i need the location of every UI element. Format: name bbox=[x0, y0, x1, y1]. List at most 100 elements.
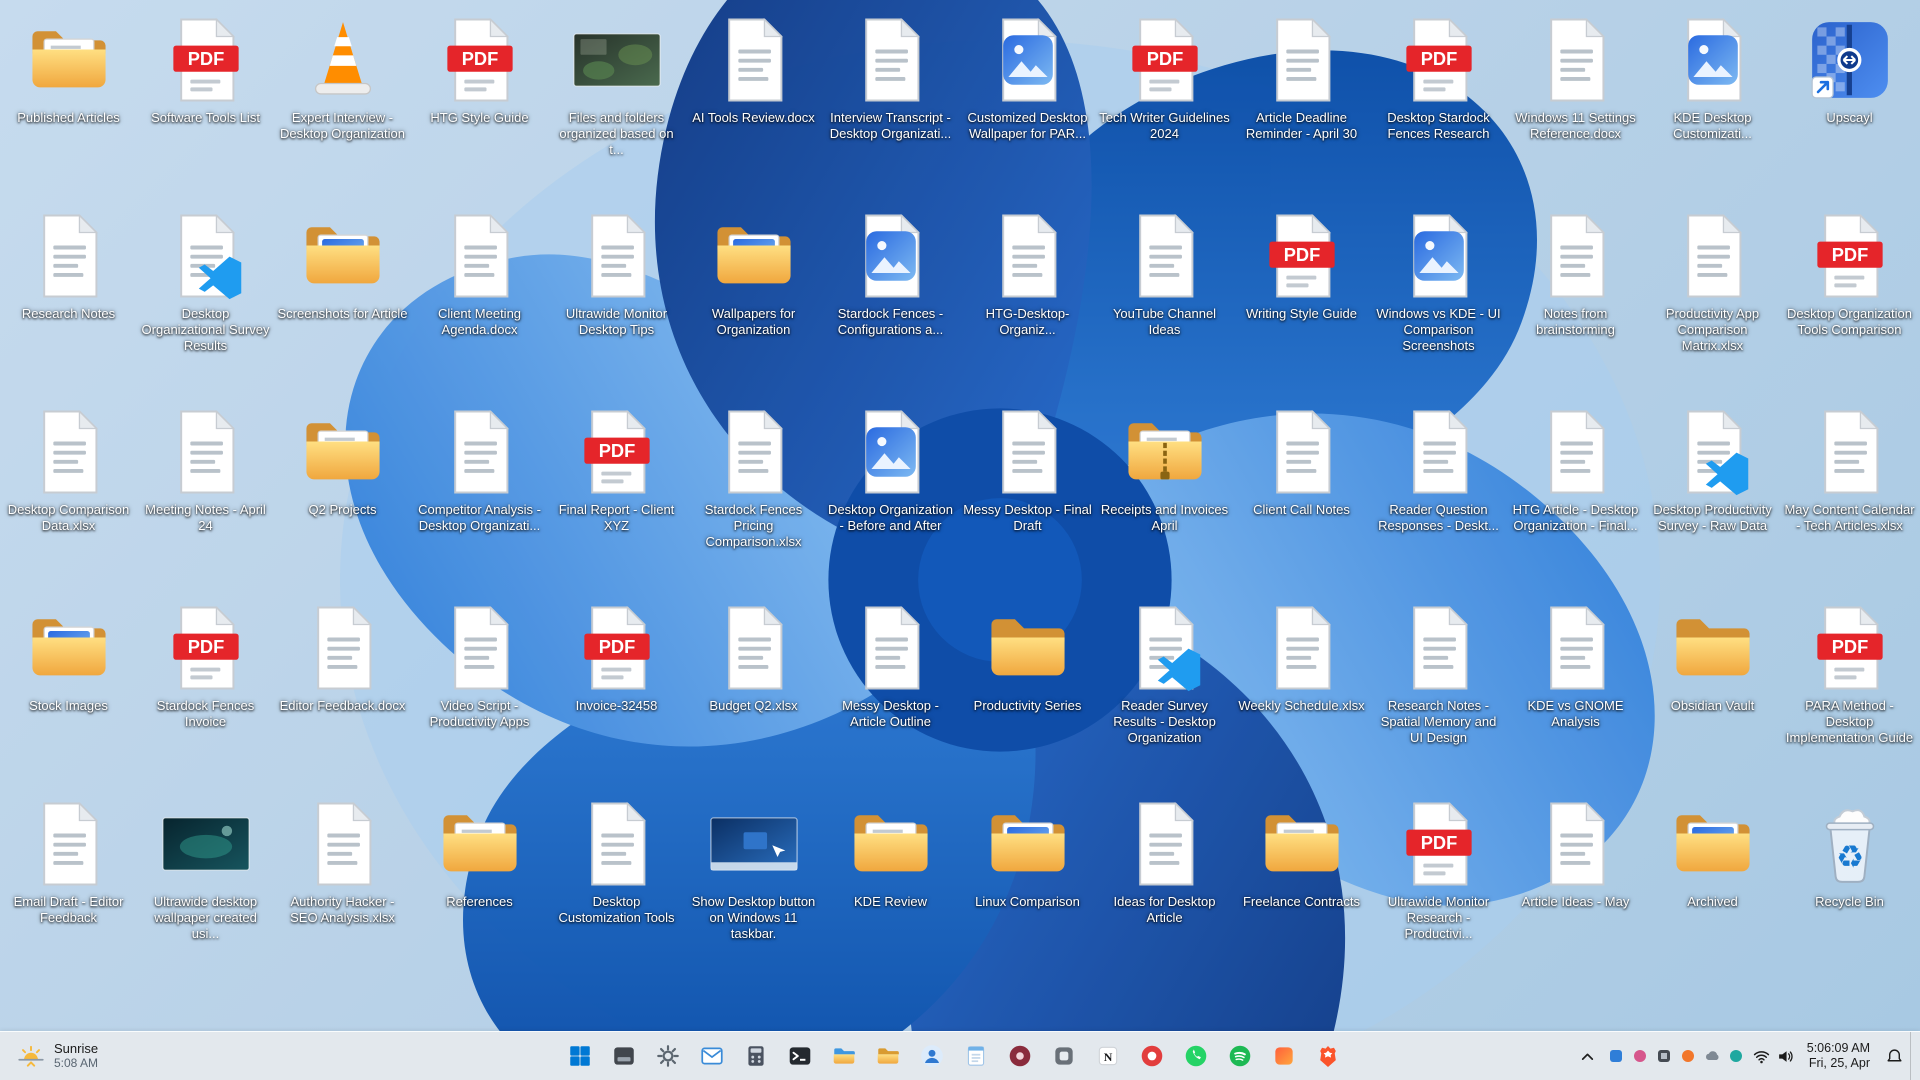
desktop-icon[interactable]: KDE Desktop Customizati... bbox=[1644, 8, 1781, 204]
desktop-icon[interactable]: PDF Tech Writer Guidelines 2024 bbox=[1096, 8, 1233, 204]
desktop[interactable]: Published Articles PDF Software Tools Li… bbox=[0, 0, 1920, 1032]
desktop-icon[interactable]: Desktop Organization - Before and After bbox=[822, 400, 959, 596]
desktop-icon[interactable]: Desktop Comparison Data.xlsx bbox=[0, 400, 137, 596]
desktop-icon[interactable]: Research Notes bbox=[0, 204, 137, 400]
desktop-icon[interactable]: Weekly Schedule.xlsx bbox=[1233, 596, 1370, 792]
desktop-icon[interactable]: PDF Writing Style Guide bbox=[1233, 204, 1370, 400]
desktop-icon[interactable]: Reader Question Responses - Deskt... bbox=[1370, 400, 1507, 596]
desktop-icon[interactable]: Productivity Series bbox=[959, 596, 1096, 792]
desktop-icon[interactable]: Notes from brainstorming bbox=[1507, 204, 1644, 400]
notification-bell[interactable] bbox=[1880, 1038, 1908, 1074]
desktop-icon[interactable]: Show Desktop button on Windows 11 taskba… bbox=[685, 792, 822, 988]
desktop-icon[interactable]: PDF Stardock Fences Invoice bbox=[137, 596, 274, 792]
desktop-icon[interactable]: Budget Q2.xlsx bbox=[685, 596, 822, 792]
calculator-button[interactable] bbox=[736, 1036, 776, 1076]
app-orange-button[interactable] bbox=[1264, 1036, 1304, 1076]
start-button[interactable] bbox=[560, 1036, 600, 1076]
desktop-icon[interactable]: Competitor Analysis - Desktop Organizati… bbox=[411, 400, 548, 596]
show-desktop-button[interactable] bbox=[1910, 1032, 1916, 1080]
desktop-icon[interactable]: Authority Hacker - SEO Analysis.xlsx bbox=[274, 792, 411, 988]
settings-button[interactable] bbox=[648, 1036, 688, 1076]
desktop-icon[interactable]: Stock Images bbox=[0, 596, 137, 792]
desktop-icon[interactable]: HTG-Desktop-Organiz... bbox=[959, 204, 1096, 400]
desktop-icon[interactable]: Article Ideas - May bbox=[1507, 792, 1644, 988]
desktop-icon[interactable]: YouTube Channel Ideas bbox=[1096, 204, 1233, 400]
desktop-icon[interactable]: Receipts and Invoices April bbox=[1096, 400, 1233, 596]
tray-app-pink-icon[interactable] bbox=[1628, 1038, 1652, 1074]
desktop-icon[interactable]: PDF Ultrawide Monitor Research - Product… bbox=[1370, 792, 1507, 988]
desktop-icon[interactable]: May Content Calendar - Tech Articles.xls… bbox=[1781, 400, 1918, 596]
desktop-icon[interactable]: Published Articles bbox=[0, 8, 137, 204]
desktop-icon[interactable]: References bbox=[411, 792, 548, 988]
tray-app-orange-icon[interactable] bbox=[1676, 1038, 1700, 1074]
desktop-icon[interactable]: Productivity App Comparison Matrix.xlsx bbox=[1644, 204, 1781, 400]
mail-button[interactable] bbox=[692, 1036, 732, 1076]
desktop-icon[interactable]: PDF Invoice-32458 bbox=[548, 596, 685, 792]
desktop-icon[interactable]: Archived bbox=[1644, 792, 1781, 988]
desktop-icon[interactable]: Windows 11 Settings Reference.docx bbox=[1507, 8, 1644, 204]
tray-app-blue-icon[interactable] bbox=[1604, 1038, 1628, 1074]
hidden-icons-chevron[interactable] bbox=[1574, 1038, 1602, 1074]
desktop-icon[interactable]: Messy Desktop - Article Outline bbox=[822, 596, 959, 792]
desktop-icon[interactable]: Messy Desktop - Final Draft bbox=[959, 400, 1096, 596]
desktop-icon[interactable]: Customized Desktop Wallpaper for PAR... bbox=[959, 8, 1096, 204]
desktop-icon[interactable]: Windows vs KDE - UI Comparison Screensho… bbox=[1370, 204, 1507, 400]
desktop-icon[interactable]: Desktop Organizational Survey Results bbox=[137, 204, 274, 400]
desktop-icon[interactable]: Files and folders organized based on t..… bbox=[548, 8, 685, 204]
desktop-icon[interactable]: HTG Article - Desktop Organization - Fin… bbox=[1507, 400, 1644, 596]
terminal-button[interactable] bbox=[780, 1036, 820, 1076]
desktop-icon[interactable]: Meeting Notes - April 24 bbox=[137, 400, 274, 596]
app-window-dark-button[interactable] bbox=[604, 1036, 644, 1076]
tray-app-teal-icon[interactable] bbox=[1724, 1038, 1748, 1074]
weather-widget[interactable]: Sunrise 5:08 AM bbox=[6, 1036, 108, 1076]
desktop-icon[interactable]: PDF Software Tools List bbox=[137, 8, 274, 204]
desktop-icon[interactable]: Desktop Customization Tools bbox=[548, 792, 685, 988]
app-maroon-button[interactable] bbox=[1000, 1036, 1040, 1076]
desktop-icon[interactable]: Editor Feedback.docx bbox=[274, 596, 411, 792]
desktop-icon[interactable]: Client Call Notes bbox=[1233, 400, 1370, 596]
desktop-icon[interactable]: Email Draft - Editor Feedback bbox=[0, 792, 137, 988]
desktop-icon[interactable]: KDE Review bbox=[822, 792, 959, 988]
desktop-icon[interactable]: Stardock Fences Pricing Comparison.xlsx bbox=[685, 400, 822, 596]
desktop-icon[interactable]: ♻ Recycle Bin bbox=[1781, 792, 1918, 988]
desktop-icon[interactable]: Screenshots for Article bbox=[274, 204, 411, 400]
desktop-icon[interactable]: Wallpapers for Organization bbox=[685, 204, 822, 400]
desktop-icon[interactable]: Reader Survey Results - Desktop Organiza… bbox=[1096, 596, 1233, 792]
app-gray-button[interactable] bbox=[1044, 1036, 1084, 1076]
desktop-icon[interactable]: PDF PARA Method - Desktop Implementation… bbox=[1781, 596, 1918, 792]
notion-button[interactable]: N bbox=[1088, 1036, 1128, 1076]
desktop-icon[interactable]: Q2 Projects bbox=[274, 400, 411, 596]
desktop-icon[interactable]: Stardock Fences - Configurations a... bbox=[822, 204, 959, 400]
brave-button[interactable] bbox=[1308, 1036, 1348, 1076]
people-button[interactable] bbox=[912, 1036, 952, 1076]
desktop-icon[interactable]: PDF HTG Style Guide bbox=[411, 8, 548, 204]
desktop-icon[interactable]: Client Meeting Agenda.docx bbox=[411, 204, 548, 400]
folder-button[interactable] bbox=[868, 1036, 908, 1076]
desktop-icon[interactable]: Freelance Contracts bbox=[1233, 792, 1370, 988]
whatsapp-button[interactable] bbox=[1176, 1036, 1216, 1076]
desktop-icon[interactable]: Research Notes - Spatial Memory and UI D… bbox=[1370, 596, 1507, 792]
desktop-icon[interactable]: PDF Desktop Stardock Fences Research bbox=[1370, 8, 1507, 204]
desktop-icon[interactable]: KDE vs GNOME Analysis bbox=[1507, 596, 1644, 792]
desktop-icon[interactable]: PDF Final Report - Client XYZ bbox=[548, 400, 685, 596]
desktop-icon[interactable]: Expert Interview - Desktop Organization bbox=[274, 8, 411, 204]
spotify-button[interactable] bbox=[1220, 1036, 1260, 1076]
clock[interactable]: 5:06:09 AM Fri, 25, Apr bbox=[1799, 1036, 1878, 1076]
tray-cloud-icon[interactable] bbox=[1700, 1038, 1724, 1074]
desktop-icon[interactable]: Ideas for Desktop Article bbox=[1096, 792, 1233, 988]
desktop-icon[interactable]: PDF Desktop Organization Tools Compariso… bbox=[1781, 204, 1918, 400]
desktop-icon[interactable]: Linux Comparison bbox=[959, 792, 1096, 988]
quick-settings[interactable] bbox=[1750, 1038, 1797, 1074]
tray-app-dark-icon[interactable] bbox=[1652, 1038, 1676, 1074]
desktop-icon[interactable]: Upscayl bbox=[1781, 8, 1918, 204]
desktop-icon[interactable]: Desktop Productivity Survey - Raw Data bbox=[1644, 400, 1781, 596]
file-explorer-button[interactable] bbox=[824, 1036, 864, 1076]
desktop-icon[interactable]: Ultrawide Monitor Desktop Tips bbox=[548, 204, 685, 400]
notepad-button[interactable] bbox=[956, 1036, 996, 1076]
desktop-icon[interactable]: Ultrawide desktop wallpaper created usi.… bbox=[137, 792, 274, 988]
desktop-icon[interactable]: Obsidian Vault bbox=[1644, 596, 1781, 792]
app-red-button[interactable] bbox=[1132, 1036, 1172, 1076]
desktop-icon[interactable]: AI Tools Review.docx bbox=[685, 8, 822, 204]
desktop-icon[interactable]: Interview Transcript - Desktop Organizat… bbox=[822, 8, 959, 204]
desktop-icon[interactable]: Video Script - Productivity Apps bbox=[411, 596, 548, 792]
